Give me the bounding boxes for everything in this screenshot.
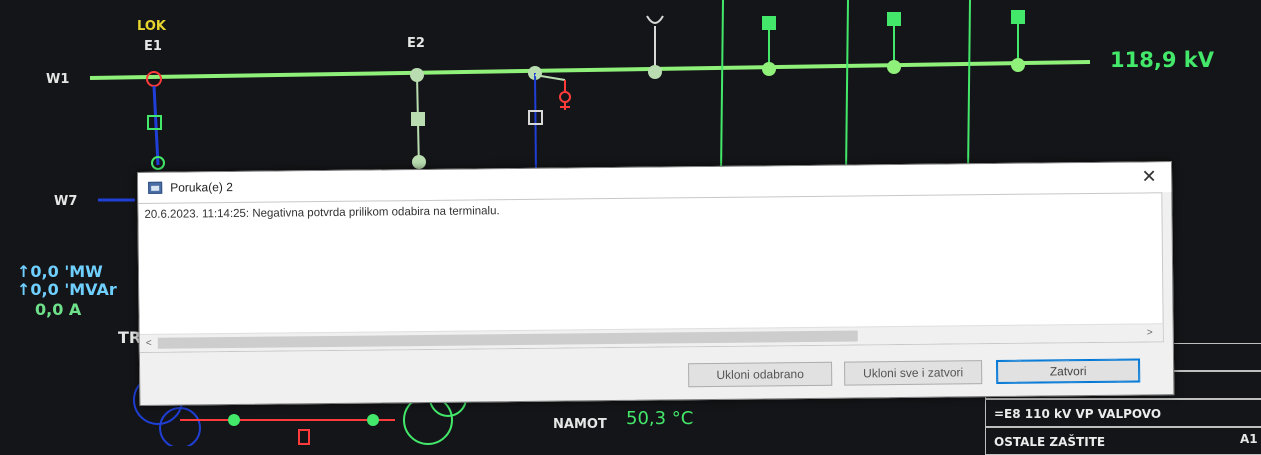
transformer-winding bbox=[159, 407, 201, 446]
info-panel-cell: A1 bbox=[1240, 432, 1258, 446]
horizontal-scrollbar[interactable]: < > bbox=[139, 323, 1163, 352]
busbar-w1 bbox=[89, 60, 1091, 80]
bus-node bbox=[762, 62, 776, 76]
active-power-value: ↑0,0 'MW bbox=[17, 262, 103, 281]
bus-node bbox=[887, 60, 901, 74]
bus-node bbox=[648, 65, 662, 79]
bay-e2-label: E2 bbox=[407, 36, 425, 51]
winding-temp-value: 50,3 °C bbox=[626, 408, 694, 429]
bay-e1-label: E1 bbox=[144, 39, 162, 54]
info-panel-row: OSTALE ZAŠTITE bbox=[985, 427, 1261, 455]
dialog-title: Poruka(e) 2 bbox=[170, 179, 233, 195]
remove-selected-button[interactable]: Ukloni odabrano bbox=[688, 361, 833, 388]
bay-line bbox=[845, 0, 849, 176]
scroll-left-icon[interactable]: < bbox=[142, 335, 156, 352]
winding-label: NAMOT bbox=[553, 417, 607, 432]
message-list[interactable]: 20.6.2023. 11:14:25: Negativna potvrda p… bbox=[138, 192, 1164, 353]
bus-node bbox=[367, 414, 379, 426]
fork-symbol bbox=[646, 15, 664, 24]
bus-node bbox=[228, 414, 240, 426]
remove-all-and-close-button[interactable]: Ukloni sve i zatvori bbox=[844, 360, 983, 386]
message-item[interactable]: 20.6.2023. 11:14:25: Negativna potvrda p… bbox=[144, 205, 499, 221]
reactive-power-value: ↑0,0 'MVAr bbox=[17, 280, 117, 299]
message-dialog: Poruka(e) 2 ✕ 20.6.2023. 11:14:25: Negat… bbox=[137, 161, 1175, 406]
bus-w7-label: W7 bbox=[54, 194, 78, 209]
disconnector-e2 bbox=[412, 155, 426, 169]
breaker-lower bbox=[298, 429, 310, 445]
bay-line bbox=[967, 0, 971, 176]
lok-label: LOK bbox=[137, 19, 166, 34]
bus-voltage-value: 118,9 kV bbox=[1110, 48, 1214, 72]
info-panel-row: =E8 110 kV VP VALPOVO bbox=[985, 399, 1261, 427]
breaker-closed bbox=[762, 16, 776, 30]
current-value: 0,0 A bbox=[35, 300, 82, 319]
earthing-switch bbox=[559, 91, 571, 103]
close-icon[interactable]: ✕ bbox=[1137, 165, 1161, 187]
scroll-right-icon[interactable]: > bbox=[1143, 324, 1157, 341]
bus-node bbox=[1011, 58, 1025, 72]
breaker-e2 bbox=[411, 112, 425, 126]
bus-w1-label: W1 bbox=[46, 72, 70, 87]
transformer-winding bbox=[403, 395, 453, 445]
bay-line bbox=[720, 0, 724, 176]
breaker-closed bbox=[887, 12, 901, 26]
scrollbar-thumb[interactable] bbox=[157, 330, 858, 349]
close-button[interactable]: Zatvori bbox=[996, 358, 1141, 385]
window-icon bbox=[148, 181, 163, 194]
breaker-closed bbox=[1011, 10, 1025, 24]
